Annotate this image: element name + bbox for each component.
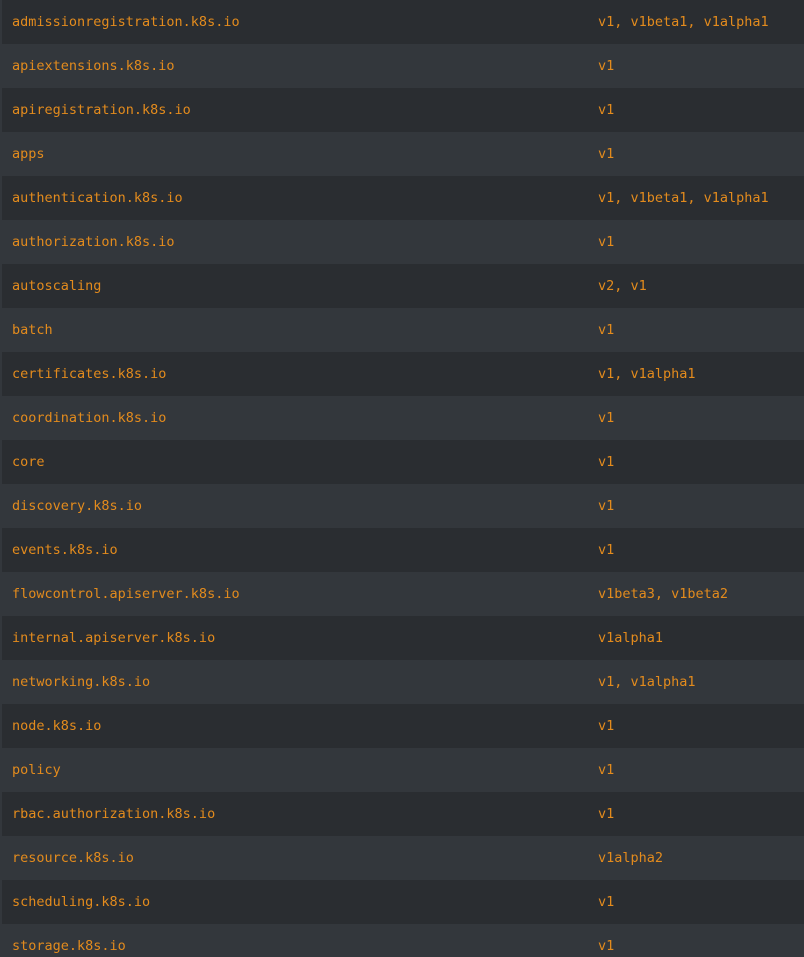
api-group-name: apiregistration.k8s.io: [12, 102, 191, 118]
api-group-versions: v1: [598, 806, 615, 822]
api-group-name: batch: [12, 322, 53, 338]
table-row: core v1: [0, 440, 804, 484]
api-group-name: core: [12, 454, 45, 470]
api-group-name: node.k8s.io: [12, 718, 102, 734]
table-row: resource.k8s.io v1alpha2: [0, 836, 804, 880]
api-group-versions: v1: [598, 498, 615, 514]
table-row: batch v1: [0, 308, 804, 352]
api-group-name: rbac.authorization.k8s.io: [12, 806, 216, 822]
api-group-versions: v1, v1beta1, v1alpha1: [598, 14, 769, 30]
api-group-name: networking.k8s.io: [12, 674, 151, 690]
table-row: internal.apiserver.k8s.io v1alpha1: [0, 616, 804, 660]
api-group-name: events.k8s.io: [12, 542, 118, 558]
api-group-name: internal.apiserver.k8s.io: [12, 630, 216, 646]
table-row: apiextensions.k8s.io v1: [0, 44, 804, 88]
api-group-versions: v1, v1beta1, v1alpha1: [598, 190, 769, 206]
api-group-name: storage.k8s.io: [12, 938, 126, 954]
api-group-versions: v1: [598, 146, 615, 162]
api-groups-table: admissionregistration.k8s.io v1, v1beta1…: [0, 0, 804, 957]
table-row: certificates.k8s.io v1, v1alpha1: [0, 352, 804, 396]
table-row: apps v1: [0, 132, 804, 176]
table-row: storage.k8s.io v1: [0, 924, 804, 957]
api-group-name: apps: [12, 146, 45, 162]
api-group-versions: v1: [598, 410, 615, 426]
table-row: authorization.k8s.io v1: [0, 220, 804, 264]
table-row: policy v1: [0, 748, 804, 792]
table-row: coordination.k8s.io v1: [0, 396, 804, 440]
table-row: node.k8s.io v1: [0, 704, 804, 748]
api-group-versions: v1: [598, 762, 615, 778]
api-group-name: flowcontrol.apiserver.k8s.io: [12, 586, 240, 602]
table-row: admissionregistration.k8s.io v1, v1beta1…: [0, 0, 804, 44]
api-group-versions: v1: [598, 718, 615, 734]
api-group-name: authentication.k8s.io: [12, 190, 183, 206]
table-row: flowcontrol.apiserver.k8s.io v1beta3, v1…: [0, 572, 804, 616]
api-group-versions: v1alpha2: [598, 850, 664, 866]
table-row: rbac.authorization.k8s.io v1: [0, 792, 804, 836]
api-group-versions: v1beta3, v1beta2: [598, 586, 729, 602]
api-group-versions: v1: [598, 58, 615, 74]
api-group-versions: v1: [598, 894, 615, 910]
api-group-name: coordination.k8s.io: [12, 410, 167, 426]
api-group-name: admissionregistration.k8s.io: [12, 14, 240, 30]
table-row: discovery.k8s.io v1: [0, 484, 804, 528]
api-group-versions: v1, v1alpha1: [598, 674, 696, 690]
api-group-versions: v1: [598, 234, 615, 250]
api-group-versions: v1, v1alpha1: [598, 366, 696, 382]
table-row: events.k8s.io v1: [0, 528, 804, 572]
table-row: authentication.k8s.io v1, v1beta1, v1alp…: [0, 176, 804, 220]
api-group-versions: v1: [598, 542, 615, 558]
table-row: scheduling.k8s.io v1: [0, 880, 804, 924]
table-row: autoscaling v2, v1: [0, 264, 804, 308]
table-row: networking.k8s.io v1, v1alpha1: [0, 660, 804, 704]
api-group-name: policy: [12, 762, 61, 778]
api-group-versions: v1: [598, 454, 615, 470]
api-group-versions: v2, v1: [598, 278, 647, 294]
api-group-name: autoscaling: [12, 278, 102, 294]
api-group-versions: v1: [598, 322, 615, 338]
api-group-name: resource.k8s.io: [12, 850, 134, 866]
api-group-versions: v1alpha1: [598, 630, 664, 646]
api-group-versions: v1: [598, 102, 615, 118]
table-row: apiregistration.k8s.io v1: [0, 88, 804, 132]
api-group-name: scheduling.k8s.io: [12, 894, 151, 910]
api-group-versions: v1: [598, 938, 615, 954]
api-group-name: apiextensions.k8s.io: [12, 58, 175, 74]
api-group-name: discovery.k8s.io: [12, 498, 143, 514]
api-group-name: authorization.k8s.io: [12, 234, 175, 250]
api-group-name: certificates.k8s.io: [12, 366, 167, 382]
